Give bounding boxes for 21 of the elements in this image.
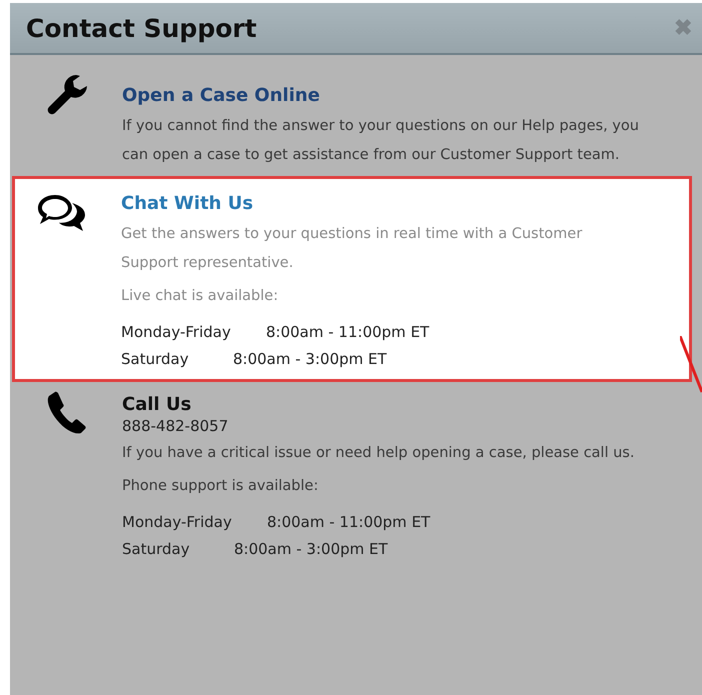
wrench-icon: [46, 73, 90, 117]
description-text: If you cannot find the answer to your questions on our Help pages, you can open a case to get assistance from our Customer Support team.: [122, 117, 640, 165]
description-text: Phone support is available:: [122, 477, 318, 496]
phone-icon: [46, 390, 86, 434]
schedule-days: Monday-Friday: [122, 509, 267, 536]
section-title[interactable]: Chat With Us: [121, 193, 254, 214]
description-text: If you have a critical issue or need help opening a case, please call us.: [122, 444, 634, 463]
description-text: Live chat is available:: [121, 287, 278, 306]
description-text: Get the answers to your questions in real time with a Customer Support representative.: [121, 225, 584, 273]
phone-number: 888-482-8057: [122, 417, 228, 435]
schedule-hours: 8:00am - 11:00pm ET: [267, 512, 430, 533]
schedule-days: Saturday: [122, 536, 234, 563]
section-title[interactable]: Open a Case Online: [122, 85, 320, 106]
schedule-hours: 8:00am - 3:00pm ET: [233, 349, 387, 370]
chat-icon: [37, 193, 87, 233]
schedule-hours: 8:00am - 11:00pm ET: [266, 322, 430, 343]
schedule-hours: 8:00am - 3:00pm ET: [234, 539, 388, 560]
schedule-days: Saturday: [121, 346, 233, 373]
section-title: Call Us: [122, 394, 192, 415]
dialog-title: Contact Support: [26, 14, 257, 42]
schedule-days: Monday-Friday: [121, 319, 266, 346]
